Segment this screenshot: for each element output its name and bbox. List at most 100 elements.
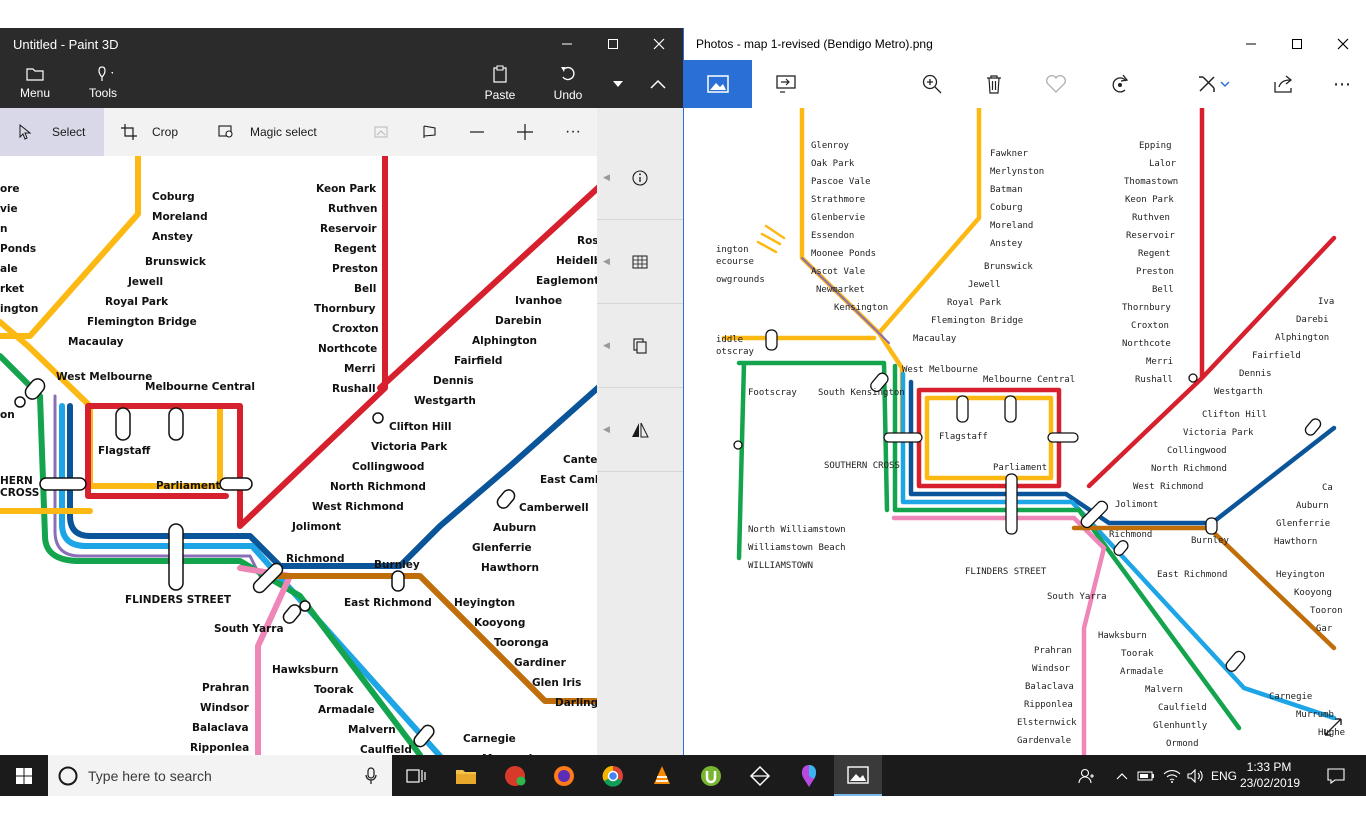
- fullscreen-icon[interactable]: [1323, 717, 1343, 737]
- photos-taskbar-button[interactable]: [834, 755, 882, 796]
- minimize-button[interactable]: [544, 28, 590, 60]
- app-button-diamond[interactable]: [736, 755, 784, 796]
- start-button[interactable]: [0, 755, 48, 796]
- info-button[interactable]: ◀: [597, 136, 683, 220]
- zoom-out-button[interactable]: [468, 108, 486, 156]
- map-right-station-label: Clifton Hill: [1202, 410, 1267, 420]
- station-flagstaff: [115, 407, 131, 441]
- crop-button[interactable]: Crop: [120, 108, 178, 156]
- map-right-station-label: Ruthven: [1132, 213, 1170, 223]
- map-right-station-label: Fawkner: [990, 149, 1029, 159]
- app-diamond-icon: [749, 765, 771, 786]
- map-left-station-label: Jewell: [127, 276, 163, 288]
- map-left-station-label: Ruthven: [328, 203, 378, 215]
- map-left-station-label: South Yarra: [214, 623, 284, 635]
- network-button[interactable]: [1160, 755, 1184, 796]
- map-right-station-label: South Kensington: [818, 388, 905, 398]
- paint3d-taskbar-button[interactable]: [785, 755, 833, 796]
- favorite-button[interactable]: [1032, 60, 1080, 108]
- map-right-station-label: Anstey: [990, 239, 1023, 249]
- map-left-station-label: Anstey: [152, 231, 193, 243]
- zoom-in-button[interactable]: [516, 108, 534, 156]
- map-right-station-label: Heyington: [1276, 570, 1325, 580]
- magic-select-button[interactable]: Magic select: [218, 108, 317, 156]
- collapse-ribbon-button[interactable]: [636, 66, 680, 102]
- clock[interactable]: 1:33 PM 23/02/2019: [1240, 759, 1300, 791]
- map-left-station-label: Burnley: [374, 559, 420, 571]
- battery-button[interactable]: [1134, 755, 1158, 796]
- map-right-station-label: Hawksburn: [1098, 631, 1147, 641]
- flip-button[interactable]: ◀: [597, 388, 683, 472]
- map-left-station-label: vie: [0, 203, 18, 215]
- action-center-button[interactable]: [1318, 755, 1354, 796]
- close-button[interactable]: [636, 28, 682, 60]
- task-view-button[interactable]: [392, 755, 440, 796]
- file-explorer-button[interactable]: [442, 755, 490, 796]
- map-right-station-label: Strathmore: [811, 195, 865, 205]
- canvas-button[interactable]: ◀: [597, 220, 683, 304]
- flag-button[interactable]: [421, 108, 439, 156]
- rotate-button[interactable]: [1096, 60, 1144, 108]
- delete-button[interactable]: [970, 60, 1018, 108]
- vlc-button[interactable]: [638, 755, 686, 796]
- paint3d-canvas[interactable]: Coburg Moreland Anstey Brunswick Jewell Royal…: [0, 156, 597, 755]
- map-left-station-label: Windsor: [200, 702, 250, 714]
- photos-image-view[interactable]: Glenroy Oak Park Pascoe Vale Strathmore Glen…: [684, 108, 1366, 755]
- input-language[interactable]: ENG: [1208, 755, 1240, 796]
- undo-dropdown[interactable]: [604, 66, 632, 102]
- more-button[interactable]: ···: [565, 108, 581, 156]
- maximize-button[interactable]: [1274, 28, 1320, 60]
- volume-button[interactable]: [1184, 755, 1208, 796]
- paste-button[interactable]: Paste: [470, 64, 530, 104]
- minimize-icon: [562, 43, 572, 45]
- map-right-station-label: Elsternwick: [1017, 718, 1077, 728]
- slideshow-button[interactable]: [762, 60, 810, 108]
- maximize-button[interactable]: [590, 28, 636, 60]
- map-left-station-label: Merri: [344, 363, 376, 375]
- map-right-station-label: South Yarra: [1047, 592, 1107, 602]
- more-icon: ⋯: [1333, 73, 1351, 94]
- people-button[interactable]: [1072, 755, 1102, 796]
- copy-button[interactable]: ◀: [597, 304, 683, 388]
- utorrent-icon: [701, 765, 721, 786]
- undo-button[interactable]: Undo: [538, 64, 598, 104]
- tools-button[interactable]: Tools: [73, 64, 133, 104]
- map-right-station-label: Caulfield: [1158, 703, 1207, 713]
- show-hidden-icons-button[interactable]: [1110, 755, 1134, 796]
- photos-icon: [847, 765, 869, 784]
- sticker-button[interactable]: [373, 108, 391, 156]
- firefox-button[interactable]: [540, 755, 588, 796]
- app-button-red[interactable]: [491, 755, 539, 796]
- app-red-icon: [505, 765, 526, 786]
- map-left-station-label: Thornbury: [314, 303, 376, 315]
- more-options-button[interactable]: ⋯: [1318, 60, 1366, 108]
- map-left-station-label: Coburg: [152, 191, 195, 203]
- utorrent-button[interactable]: [687, 755, 735, 796]
- view-collection-button[interactable]: [684, 60, 752, 108]
- minimize-button[interactable]: [1228, 28, 1274, 60]
- rotate-icon: [1112, 74, 1129, 93]
- map-left-station-label: Glen Iris: [532, 677, 581, 689]
- speaker-icon: [1187, 768, 1203, 783]
- map-right-station-label: Glenbervie: [811, 213, 865, 223]
- select-button[interactable]: Select: [0, 108, 104, 156]
- map-left-station-label: Croxton: [332, 323, 379, 335]
- map-left-station-label: Victoria Park: [371, 441, 448, 453]
- photos-title: Photos - map 1-revised (Bendigo Metro).p…: [696, 37, 933, 51]
- zoom-button[interactable]: [908, 60, 956, 108]
- close-button[interactable]: [1320, 28, 1366, 60]
- folder-icon: [25, 64, 45, 84]
- chrome-button[interactable]: [589, 755, 637, 796]
- select-label: Select: [52, 125, 86, 139]
- map-right-station-label: Batman: [990, 185, 1023, 195]
- map-right-station-label: Newmarket: [816, 285, 865, 295]
- station-flagstaff: [956, 395, 969, 423]
- search-box[interactable]: Type here to search: [48, 755, 392, 796]
- map-right-station-label: Windsor: [1032, 664, 1071, 674]
- edit-create-button[interactable]: [1186, 60, 1242, 108]
- map-left-station-label: North Richmond: [330, 481, 426, 493]
- chevron-left-icon: ◀: [603, 172, 610, 182]
- map-right-station-label: Melbourne Central: [983, 375, 1075, 385]
- menu-button[interactable]: Menu: [5, 64, 65, 104]
- share-button[interactable]: [1260, 60, 1308, 108]
